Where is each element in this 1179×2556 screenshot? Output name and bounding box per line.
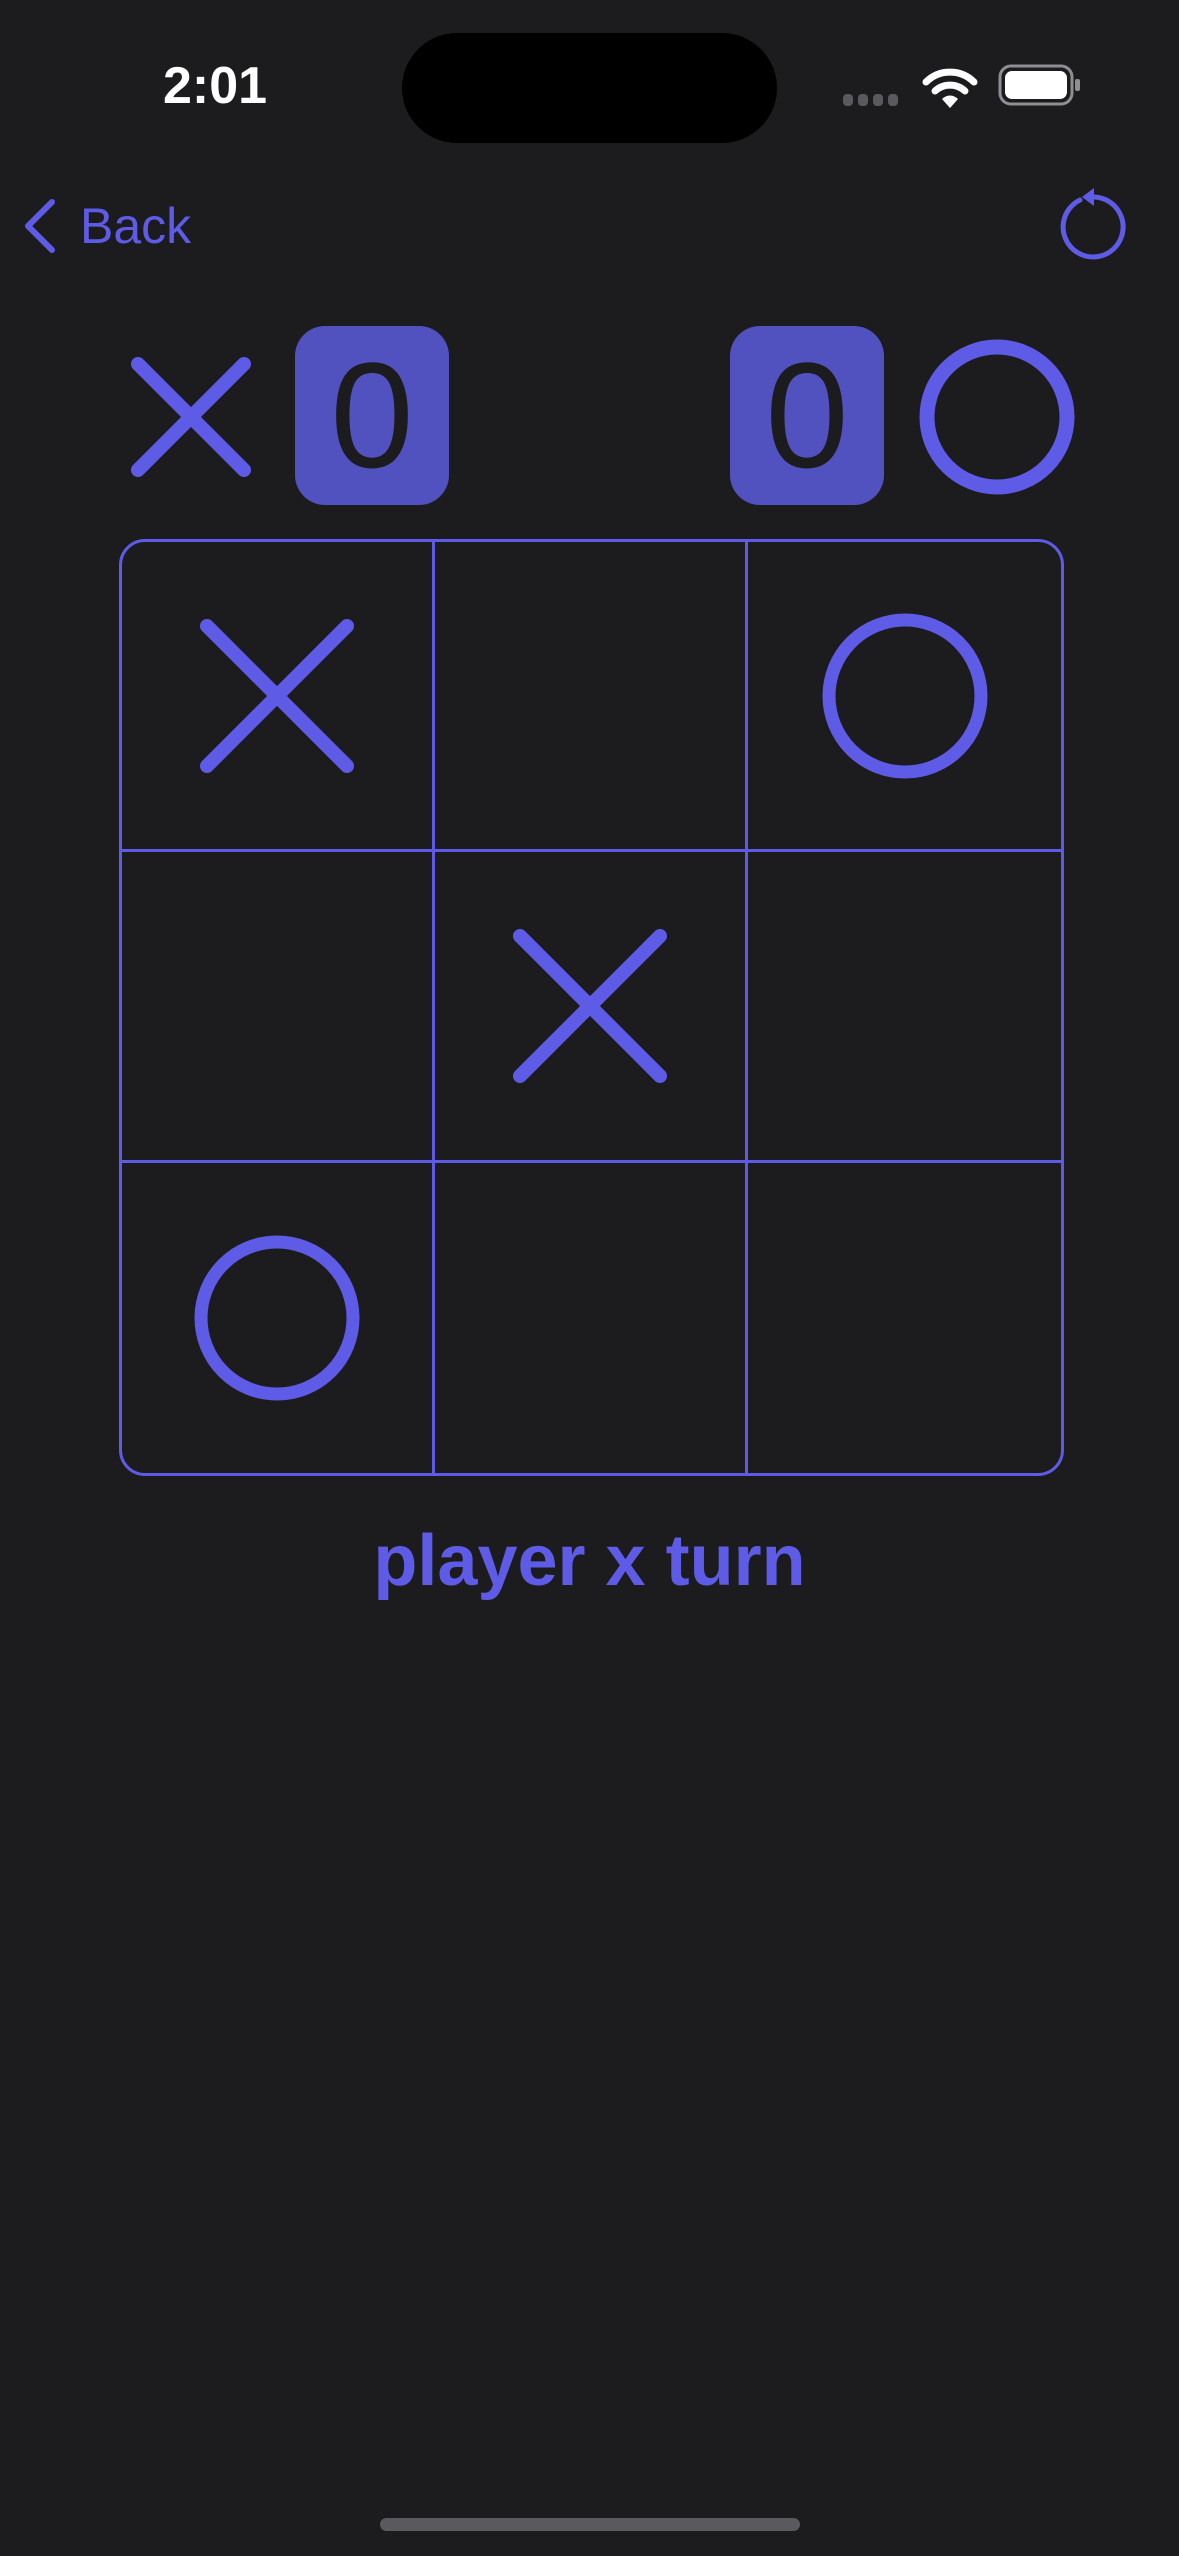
board-cell-2[interactable] [435,542,748,853]
o-mark-icon [194,1235,360,1401]
player-o-icon [919,339,1075,495]
board-cell-6[interactable] [748,852,1061,1163]
home-indicator[interactable] [380,2518,800,2531]
arrow-counterclockwise-icon[interactable] [1054,186,1130,262]
wifi-icon [922,68,978,108]
board-cell-5[interactable] [435,852,748,1163]
battery-full-icon [998,64,1080,106]
chevron-left-icon [25,199,55,253]
board-cell-1[interactable] [122,542,435,853]
dynamic-island [402,33,777,143]
x-mark-icon [513,928,667,1083]
back-label: Back [80,198,192,254]
player-x-icon [131,357,251,477]
board-cell-4[interactable] [122,852,435,1163]
board-cell-9[interactable] [748,1163,1061,1473]
board-cell-7[interactable] [122,1162,435,1473]
board-cell-3[interactable] [748,542,1061,853]
player-x-score: 0 [295,326,449,505]
game-board [119,539,1064,1476]
turn-status: player x turn [373,1521,806,1601]
player-o-score: 0 [730,326,884,505]
board-cell-8[interactable] [435,1162,748,1473]
status-time: 2:01 [162,57,268,115]
x-mark-icon [200,618,354,773]
back-button[interactable]: Back [22,190,191,262]
o-mark-icon [822,613,987,779]
cellular-dots-icon [843,94,898,106]
